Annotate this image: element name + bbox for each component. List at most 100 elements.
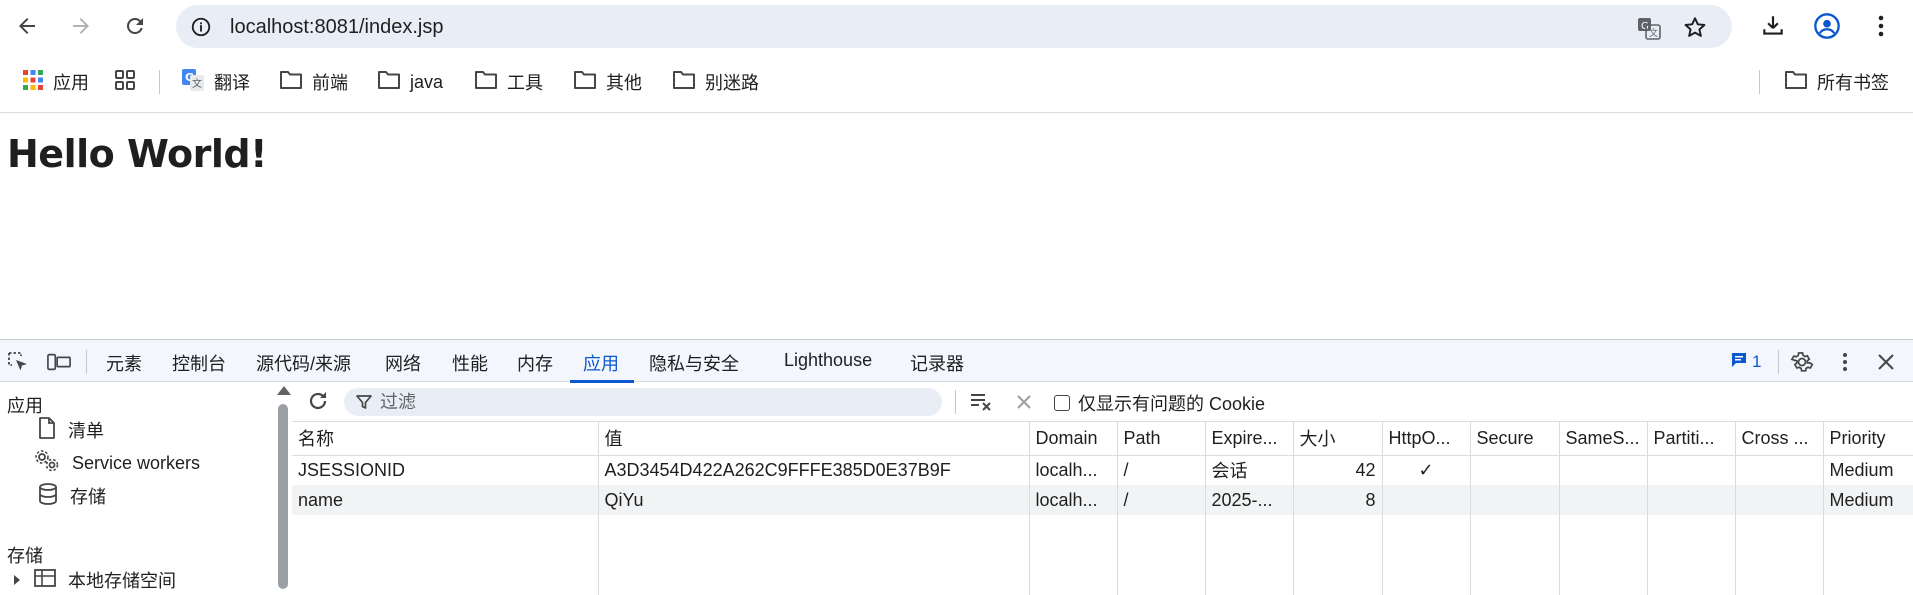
bookmark-label: java: [410, 71, 444, 92]
delete-selected-icon[interactable]: [1012, 390, 1036, 414]
bookmark-label: 翻译: [214, 73, 250, 93]
column-header-size[interactable]: 大小: [1293, 422, 1383, 456]
sidebar-item-manifest[interactable]: 清单: [38, 416, 104, 442]
more-options-icon[interactable]: [1833, 350, 1857, 374]
bookmarks-divider: [159, 70, 160, 94]
column-header-httponly[interactable]: HttpO...: [1382, 422, 1471, 456]
sidebar-item-local-storage[interactable]: 本地存储空间: [12, 568, 176, 592]
tab-recorder[interactable]: 记录器: [910, 350, 964, 376]
device-toolbar-icon[interactable]: [47, 350, 71, 374]
cookie-secure: [1470, 485, 1560, 515]
column-header-secure[interactable]: Secure: [1470, 422, 1560, 456]
only-issues-checkbox[interactable]: [1054, 395, 1070, 411]
cookie-cross-site: [1735, 455, 1824, 485]
browser-toolbar: localhost:8081/index.jsp G文: [0, 0, 1913, 52]
only-issues-checkbox-row[interactable]: 仅显示有问题的 Cookie: [1054, 390, 1265, 416]
cookie-domain: localh...: [1029, 485, 1118, 515]
sidebar-item-label: Service workers: [72, 452, 201, 473]
gears-icon: [34, 449, 60, 478]
bookmark-folder-java[interactable]: java: [377, 70, 443, 94]
cookie-httponly: [1382, 485, 1471, 515]
browser-menu-icon[interactable]: [1866, 11, 1896, 41]
tab-privacy-security[interactable]: 隐私与安全: [649, 350, 739, 376]
inspect-element-icon[interactable]: [6, 350, 30, 374]
url-text[interactable]: localhost:8081/index.jsp: [230, 16, 443, 39]
column-header-name[interactable]: 名称: [292, 422, 599, 456]
table-row[interactable]: name QiYu localh... / 2025-... 8 Medium: [292, 485, 1913, 515]
bookmark-star-icon[interactable]: [1682, 15, 1708, 46]
tab-memory[interactable]: 内存: [517, 350, 553, 376]
tab-sources[interactable]: 源代码/来源: [256, 350, 351, 376]
bookmark-folder-other[interactable]: 其他: [573, 70, 642, 94]
devtools-panel: 元素 控制台 源代码/来源 网络 性能 内存 应用 隐私与安全 Lighthou…: [0, 339, 1913, 595]
sidebar-item-service-workers[interactable]: Service workers: [34, 449, 201, 478]
cookie-path: /: [1117, 455, 1206, 485]
svg-text:文: 文: [1649, 27, 1658, 39]
bookmark-label: 别迷路: [705, 73, 759, 93]
cookie-samesite: [1559, 455, 1648, 485]
cookie-table: 名称 值 Domain Path Expire... 大小 HttpO... S…: [292, 422, 1913, 595]
cookie-domain: localh...: [1029, 455, 1118, 485]
column-header-domain[interactable]: Domain: [1029, 422, 1118, 456]
bookmark-label: 应用: [53, 73, 89, 93]
column-header-expires[interactable]: Expire...: [1205, 422, 1294, 456]
cookie-size: 42: [1293, 455, 1383, 485]
tab-elements[interactable]: 元素: [106, 350, 142, 376]
cookie-toolbar: 仅显示有问题的 Cookie: [292, 382, 1913, 422]
refresh-icon[interactable]: [306, 389, 330, 413]
column-header-priority[interactable]: Priority: [1823, 422, 1913, 456]
sidebar-section-application: 应用: [7, 396, 43, 416]
profile-avatar-icon[interactable]: [1812, 11, 1842, 41]
application-sidebar: 应用 清单 Service workers 存储 存储 本地存储空间: [0, 382, 292, 592]
tab-groups-icon: [114, 69, 136, 96]
close-devtools-icon[interactable]: [1874, 350, 1898, 374]
issues-badge[interactable]: 1: [1730, 350, 1770, 374]
cookie-filter-input[interactable]: [380, 391, 920, 413]
cookie-value: QiYu: [598, 485, 1030, 515]
tab-network[interactable]: 网络: [385, 350, 421, 376]
column-header-partition[interactable]: Partiti...: [1647, 422, 1736, 456]
bookmark-folder-frontend[interactable]: 前端: [279, 70, 348, 94]
cookie-partition: [1647, 455, 1736, 485]
toolbar-divider: [955, 390, 956, 414]
all-bookmarks-button[interactable]: 所有书签: [1784, 70, 1889, 94]
tab-lighthouse[interactable]: Lighthouse: [784, 350, 872, 371]
cookie-value: A3D3454D422A262C9FFFE385D0E37B9F: [598, 455, 1030, 485]
column-header-cross-site[interactable]: Cross ...: [1735, 422, 1824, 456]
sidebar-item-storage[interactable]: 存储: [38, 482, 106, 508]
bookmark-apps[interactable]: 应用: [22, 69, 89, 94]
cookie-partition: [1647, 485, 1736, 515]
cookie-expires: 2025-...: [1205, 485, 1294, 515]
column-header-value[interactable]: 值: [598, 422, 1030, 456]
page-heading: Hello World!: [7, 132, 267, 176]
cookie-name: name: [292, 485, 599, 515]
bookmark-tab-groups[interactable]: [114, 69, 136, 96]
cookie-size: 8: [1293, 485, 1383, 515]
cookie-samesite: [1559, 485, 1648, 515]
column-header-path[interactable]: Path: [1117, 422, 1206, 456]
download-icon[interactable]: [1758, 11, 1788, 41]
reload-icon[interactable]: [120, 11, 150, 41]
clear-all-cookies-icon[interactable]: [969, 390, 993, 414]
back-arrow-icon[interactable]: [12, 11, 42, 41]
bookmark-folder-dont-get-lost[interactable]: 别迷路: [672, 70, 759, 94]
address-bar[interactable]: localhost:8081/index.jsp G文: [176, 5, 1732, 48]
translate-icon[interactable]: G文: [1636, 15, 1662, 46]
bookmark-label: 工具: [507, 73, 543, 93]
sidebar-scrollbar-thumb[interactable]: [278, 404, 288, 589]
scroll-up-arrow-icon[interactable]: [277, 386, 291, 395]
cookie-filter-box[interactable]: [344, 388, 942, 416]
column-header-samesite[interactable]: SameS...: [1559, 422, 1648, 456]
tab-performance[interactable]: 性能: [452, 350, 488, 376]
tab-application[interactable]: 应用: [583, 350, 619, 376]
settings-gear-icon[interactable]: [1790, 350, 1814, 374]
table-row[interactable]: JSESSIONID A3D3454D422A262C9FFFE385D0E37…: [292, 455, 1913, 485]
bookmark-translate[interactable]: G文 翻译: [181, 68, 250, 97]
site-info-icon[interactable]: [190, 16, 212, 43]
bookmark-folder-tools[interactable]: 工具: [474, 70, 543, 94]
google-translate-icon: G文: [181, 68, 205, 97]
tab-console[interactable]: 控制台: [172, 350, 226, 376]
expand-arrow-icon[interactable]: [12, 570, 22, 591]
forward-arrow-icon[interactable]: [66, 11, 96, 41]
folder-icon: [1784, 69, 1808, 96]
